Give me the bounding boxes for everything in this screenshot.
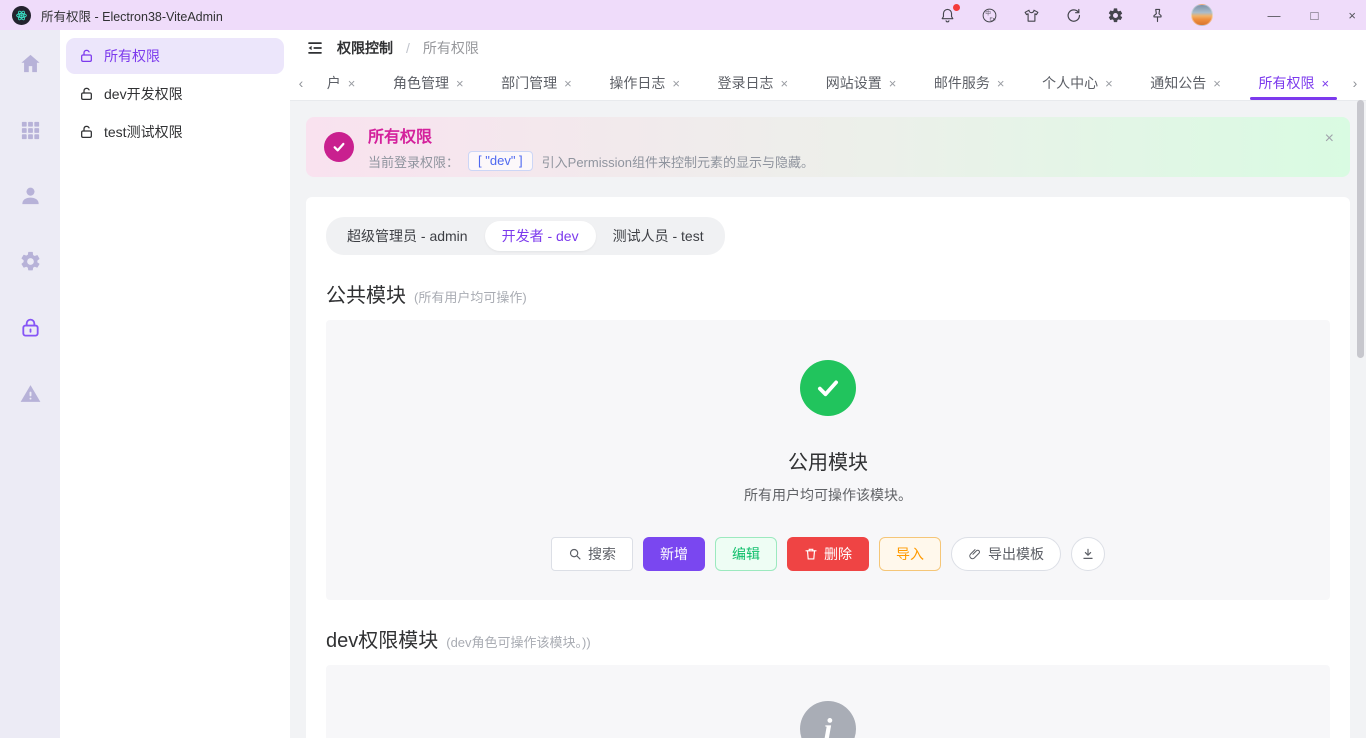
apps-grid-icon[interactable] [19,118,42,141]
segment-admin[interactable]: 超级管理员 - admin [330,221,485,251]
user-icon[interactable] [19,184,42,207]
trash-icon [805,548,817,560]
maximize-button[interactable]: □ [1311,9,1319,22]
warning-icon[interactable] [19,382,42,405]
alert-prefix: 当前登录权限： [368,154,460,170]
common-module-desc: 所有用户均可操作该模块。 [744,487,912,503]
bell-icon[interactable] [939,3,960,24]
page-content: 所有权限 当前登录权限： [ "dev" ] 引入Permission组件来控制… [290,101,1366,738]
common-module-panel: 公用模块 所有用户均可操作该模块。 搜索 新增 编辑 删除 导入 导出模板 [326,320,1330,600]
app-logo-icon [12,5,31,25]
sidebar-item-dev-permissions[interactable]: dev开发权限 [66,76,284,112]
delete-button[interactable]: 删除 [787,537,869,571]
close-icon[interactable]: × [997,76,1005,91]
breadcrumb-parent[interactable]: 权限控制 [337,38,393,58]
download-icon [1083,548,1093,559]
unlock-icon [81,87,92,100]
check-badge-icon [324,132,354,162]
dev-module-panel: i [326,665,1330,738]
tab-operation-log[interactable]: 操作日志 × [607,66,682,100]
translate-icon[interactable]: 中 En [981,7,998,24]
tab-login-log[interactable]: 登录日志 × [716,66,791,100]
menu-fold-icon[interactable] [306,39,324,57]
permission-card: 超级管理员 - admin 开发者 - dev 测试人员 - test 公共模块… [306,197,1350,738]
lock-icon[interactable] [19,316,42,339]
segment-dev[interactable]: 开发者 - dev [484,221,596,251]
minimize-button[interactable]: — [1268,9,1281,22]
sidebar-item-all-permissions[interactable]: 所有权限 [66,38,284,74]
sidebar-item-label: test测试权限 [104,124,183,140]
refresh-icon[interactable] [1065,7,1082,24]
alert-close-icon[interactable]: × [1325,131,1334,147]
tab-mail-service[interactable]: 邮件服务 × [932,66,1007,100]
sidebar-item-test-permissions[interactable]: test测试权限 [66,114,284,150]
gear-icon[interactable] [19,250,42,273]
breadcrumb-current: 所有权限 [422,40,479,56]
download-button[interactable] [1071,537,1105,571]
edit-button[interactable]: 编辑 [715,537,777,571]
common-module-heading: 公用模块 [788,452,868,474]
tab-user[interactable]: 户 × [325,66,358,100]
section-note-common: (所有用户均可操作) [414,290,527,305]
scrollbar-thumb[interactable] [1357,100,1364,358]
permission-alert: 所有权限 当前登录权限： [ "dev" ] 引入Permission组件来控制… [306,117,1350,177]
tab-departments[interactable]: 部门管理 × [499,66,574,100]
close-icon[interactable]: × [672,76,680,91]
close-icon[interactable]: × [564,76,572,91]
action-buttons: 搜索 新增 编辑 删除 导入 导出模板 [551,537,1105,571]
success-check-icon [800,360,856,416]
window-title: 所有权限 - Electron38-ViteAdmin [41,9,223,24]
import-button[interactable]: 导入 [879,537,941,571]
tab-roles[interactable]: 角色管理 × [391,66,466,100]
sidebar-item-label: dev开发权限 [104,86,183,102]
unlock-icon [81,125,92,138]
tab-announcements[interactable]: 通知公告 × [1148,66,1223,100]
close-icon[interactable]: × [1321,76,1329,91]
close-window-button[interactable]: × [1348,9,1356,22]
paperclip-icon [969,549,980,560]
section-note-dev: (dev角色可操作该模块。)) [446,635,591,650]
unlock-icon [81,49,92,62]
home-icon[interactable] [19,52,42,75]
sidebar-item-label: 所有权限 [104,48,160,64]
icon-rail [0,30,60,738]
add-button[interactable]: 新增 [643,537,705,571]
close-icon[interactable]: × [348,76,356,91]
segment-test[interactable]: 测试人员 - test [596,221,721,251]
export-template-button[interactable]: 导出模板 [951,537,1061,571]
tab-profile[interactable]: 个人中心 × [1040,66,1115,100]
close-icon[interactable]: × [1213,76,1221,91]
settings-gear-icon[interactable] [1107,7,1124,24]
breadcrumb-bar: 权限控制 / 所有权限 [290,30,1366,66]
tab-all-permissions[interactable]: 所有权限 × [1250,66,1337,100]
alert-suffix: 引入Permission组件来控制元素的显示与隐藏。 [541,154,814,170]
svg-text:En: En [989,16,995,22]
avatar[interactable] [1190,4,1213,26]
close-icon[interactable]: × [456,76,464,91]
theme-icon[interactable] [1023,7,1040,24]
permission-sidebar: 所有权限 dev开发权限 test测试权限 [60,30,290,738]
tabs-prev-icon[interactable]: ‹ [294,75,308,91]
tabs-next-icon[interactable]: › [1348,75,1362,91]
tab-bar: ‹ 户 × 角色管理 × 部门管理 × 操作日志 × 登录日志 × 网站设置 × 邮件服务 ×… [290,66,1366,101]
section-title-dev: dev权限模块 [326,630,439,652]
close-icon[interactable]: × [1105,76,1113,91]
tab-site-settings[interactable]: 网站设置 × [824,66,899,100]
close-icon[interactable]: × [781,76,789,91]
notification-dot [952,3,960,11]
search-icon [569,548,581,560]
pin-icon[interactable] [1149,7,1166,24]
section-title-common: 公共模块 [326,285,406,307]
search-button[interactable]: 搜索 [551,537,633,571]
role-segmented-control: 超级管理员 - admin 开发者 - dev 测试人员 - test [326,217,725,255]
titlebar: 所有权限 - Electron38-ViteAdmin 中 En — □ × [0,0,1366,30]
close-icon[interactable]: × [889,76,897,91]
breadcrumb-separator: / [406,40,410,56]
info-icon: i [800,701,856,738]
permission-tag: [ "dev" ] [468,151,533,171]
alert-title: 所有权限 [368,129,433,146]
